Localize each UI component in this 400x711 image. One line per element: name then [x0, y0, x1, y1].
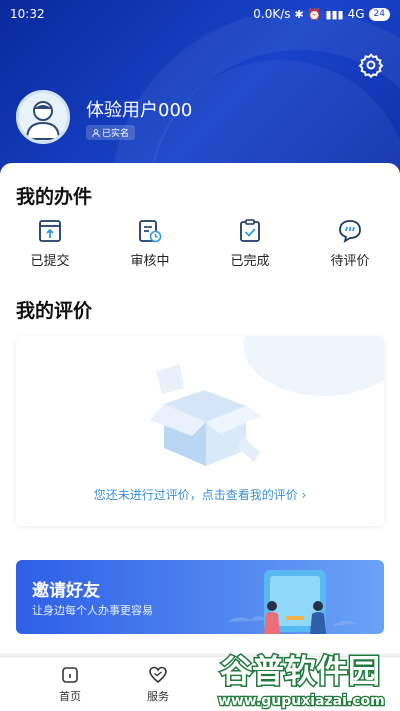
my-tasks-title: 我的办件 [16, 186, 93, 208]
task-completed[interactable]: 已完成 [200, 218, 300, 278]
status-bar: 10:32 0.0K/s ✱ ⏰ ▮▮▮ 4G 24 [0, 0, 400, 28]
task-submitted[interactable]: 已提交 [0, 218, 100, 278]
task-label: 已完成 [230, 254, 270, 269]
task-label: 已提交 [30, 254, 70, 269]
pending-evaluation-icon [339, 220, 361, 243]
heart-icon [149, 666, 167, 684]
view-my-reviews-link[interactable]: 您还未进行过评价，点击查看我的评价 › [16, 486, 384, 503]
tab-home[interactable]: 首页 [26, 657, 114, 711]
invite-friends-banner[interactable]: 邀请好友 让身边每个人办事更容易 [16, 560, 384, 634]
invite-people-illustration [228, 570, 356, 634]
task-reviewing[interactable]: 审核中 [100, 218, 200, 278]
battery-indicator: 24 [368, 7, 390, 21]
my-reviews-title: 我的评价 [16, 300, 93, 322]
status-time: 10:32 [10, 7, 45, 21]
bottom-tab-bar: 首页 服务 [0, 656, 400, 711]
alarm-icon: ⏰ [307, 7, 322, 21]
user-name: 体验用户000 [86, 100, 193, 121]
reviewing-icon [139, 220, 162, 243]
bluetooth-icon: ✱ [294, 7, 304, 21]
completed-icon [240, 219, 260, 242]
invite-subtitle: 让身边每个人办事更容易 [32, 604, 153, 617]
home-icon [62, 667, 78, 683]
empty-box-illustration [150, 364, 262, 466]
verified-badge: 已实名 [86, 125, 136, 140]
review-empty-card[interactable]: 您还未进行过评价，点击查看我的评价 › [16, 336, 384, 526]
my-tasks-row: 已提交 审核中 已完成 待评价 [0, 218, 400, 278]
network-type: 4G [347, 7, 365, 21]
task-pending-evaluation[interactable]: 待评价 [300, 218, 400, 278]
user-avatar-icon [25, 101, 61, 140]
settings-gear-icon[interactable] [358, 52, 384, 78]
signal-icon: ▮▮▮ [325, 7, 344, 21]
tab-label: 服务 [147, 690, 169, 703]
tab-label: 首页 [59, 690, 81, 703]
net-speed: 0.0K/s [253, 7, 291, 21]
task-label: 待评价 [330, 254, 370, 269]
tab-services[interactable]: 服务 [114, 657, 202, 711]
person-icon [92, 128, 100, 137]
task-label: 审核中 [130, 254, 170, 269]
submit-icon [39, 220, 61, 242]
avatar[interactable] [16, 90, 70, 144]
invite-title: 邀请好友 [32, 581, 100, 601]
